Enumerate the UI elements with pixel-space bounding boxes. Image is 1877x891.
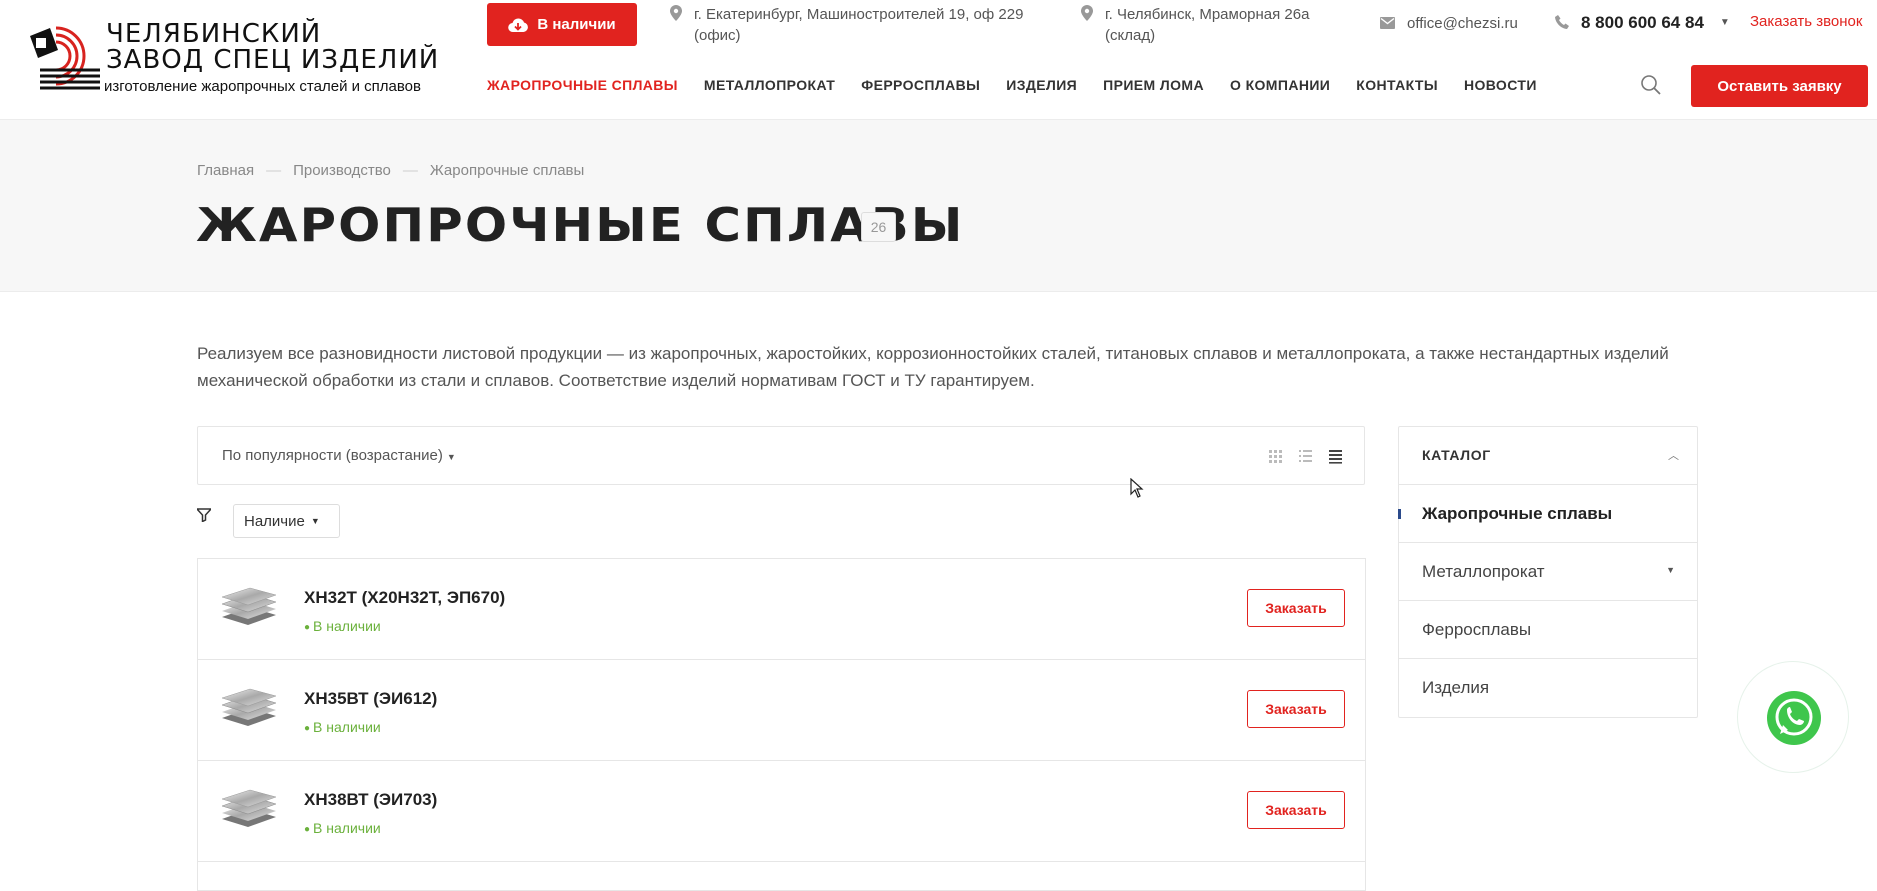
- catalog-item-label: Изделия: [1422, 678, 1490, 697]
- page-title: ЖАРОПРОЧНЫЕ СПЛАВЫ: [196, 198, 965, 252]
- breadcrumb-current: Жаропрочные сплавы: [429, 162, 585, 179]
- breadcrumb-separator: —: [402, 162, 418, 179]
- nav-item-contacts[interactable]: КОНТАКТЫ: [1356, 77, 1438, 93]
- nav-item-heat-resistant-alloys[interactable]: ЖАРОПРОЧНЫЕ СПЛАВЫ: [487, 77, 678, 93]
- whatsapp-icon[interactable]: [1766, 690, 1822, 746]
- catalog-item-label: Ферросплавы: [1422, 620, 1532, 639]
- mouse-cursor-icon: [1130, 478, 1144, 498]
- sort-bar: По популярности (возрастание) ▼: [197, 426, 1365, 485]
- site-header: ЧЕЛЯБИНСКИЙ ЗАВОД СПЕЦ ИЗДЕЛИЙ изготовле…: [0, 0, 1877, 120]
- in-stock-button[interactable]: В наличии: [487, 3, 637, 46]
- catalog-item-ferroalloys[interactable]: Ферросплавы: [1399, 601, 1697, 659]
- in-stock-button-label: В наличии: [537, 16, 616, 33]
- chevron-down-icon[interactable]: ▼: [1666, 565, 1675, 575]
- chevron-down-icon: ▼: [310, 516, 320, 526]
- breadcrumb-production[interactable]: Производство: [293, 162, 391, 179]
- address-chel-line1: г. Челябинск, Мраморная 26а: [1105, 6, 1310, 23]
- map-pin-icon: [670, 5, 682, 21]
- callback-link[interactable]: Заказать звонок: [1750, 13, 1862, 30]
- site-logo[interactable]: ЧЕЛЯБИНСКИЙ ЗАВОД СПЕЦ ИЗДЕЛИЙ изготовле…: [26, 18, 446, 98]
- intro-text: Реализуем все разновидности листовой про…: [197, 344, 1669, 390]
- catalog-item-label: Металлопрокат: [1422, 562, 1545, 581]
- leave-request-button[interactable]: Оставить заявку: [1691, 65, 1868, 107]
- product-list: ХН32Т (Х20Н32Т, ЭП670) ● В наличии Заказа…: [197, 558, 1366, 891]
- catalog-title: КАТАЛОГ: [1422, 447, 1491, 463]
- address-ekaterinburg: г. Екатеринбург, Машиностроителей 19, оф…: [670, 4, 1023, 46]
- nav-item-scrap[interactable]: ПРИЕМ ЛОМА: [1103, 77, 1204, 93]
- order-button[interactable]: Заказать: [1247, 791, 1345, 829]
- availability-filter-label: Наличие: [244, 512, 305, 530]
- chevron-up-icon[interactable]: ︿: [1668, 447, 1679, 463]
- product-row[interactable]: [197, 861, 1366, 891]
- spiral-logo-icon: [30, 26, 100, 90]
- email-value: office@chezsi.ru: [1407, 15, 1518, 32]
- order-button[interactable]: Заказать: [1247, 690, 1345, 728]
- product-row[interactable]: ХН35ВТ (ЭИ612) ● В наличии Заказать: [197, 659, 1366, 760]
- chevron-down-icon: ▼: [1719, 17, 1730, 28]
- catalog-item-products[interactable]: Изделия: [1399, 659, 1697, 717]
- nav-item-ferroalloys[interactable]: ФЕРРОСПЛАВЫ: [861, 77, 980, 93]
- mail-icon: [1380, 17, 1395, 29]
- stock-status: ● В наличии: [304, 820, 381, 836]
- main-nav: ЖАРОПРОЧНЫЕ СПЛАВЫ МЕТАЛЛОПРОКАТ ФЕРРОСП…: [487, 77, 1563, 93]
- stock-status-label: В наличии: [313, 820, 381, 836]
- logo-title-line1: ЧЕЛЯБИНСКИЙ: [106, 19, 322, 49]
- product-thumbnail[interactable]: [218, 789, 278, 831]
- product-name[interactable]: ХН35ВТ (ЭИ612): [304, 689, 437, 709]
- stock-status: ● В наличии: [304, 719, 381, 735]
- catalog-header[interactable]: КАТАЛОГ ︿: [1399, 427, 1697, 485]
- logo-title-line2: ЗАВОД СПЕЦ ИЗДЕЛИЙ: [106, 45, 440, 75]
- catalog-item-label: Жаропрочные сплавы: [1422, 504, 1613, 523]
- address-ekb-line2: (офис): [694, 27, 741, 44]
- product-thumbnail[interactable]: [218, 688, 278, 730]
- sort-selected: По популярности (возрастание): [222, 447, 443, 464]
- availability-filter-dropdown[interactable]: Наличие ▼: [233, 504, 340, 538]
- breadcrumb-separator: —: [266, 162, 282, 179]
- grid-view-icon[interactable]: [1267, 448, 1283, 464]
- nav-item-products[interactable]: ИЗДЕЛИЯ: [1006, 77, 1077, 93]
- stock-status-label: В наличии: [313, 719, 381, 735]
- email-link[interactable]: office@chezsi.ru: [1380, 13, 1518, 34]
- logo-tagline: изготовление жаропрочных сталей и сплаво…: [104, 78, 421, 95]
- search-icon[interactable]: [1640, 74, 1662, 96]
- map-pin-icon: [1081, 5, 1093, 21]
- product-thumbnail[interactable]: [218, 587, 278, 629]
- catalog-sidebar: КАТАЛОГ ︿ Жаропрочные сплавы Металлопрок…: [1398, 426, 1698, 718]
- address-chelyabinsk: г. Челябинск, Мраморная 26а (склад): [1081, 4, 1309, 46]
- phone-icon: [1555, 15, 1569, 29]
- address-chel-line2: (склад): [1105, 27, 1156, 44]
- catalog-item-heat-resistant-alloys[interactable]: Жаропрочные сплавы: [1398, 485, 1697, 543]
- sort-dropdown[interactable]: По популярности (возрастание) ▼: [222, 447, 456, 464]
- phone-value: 8 800 600 64 84: [1581, 13, 1704, 32]
- chevron-down-icon: ▼: [446, 452, 456, 462]
- product-name[interactable]: ХН38ВТ (ЭИ703): [304, 790, 437, 810]
- filter-icon[interactable]: [197, 508, 211, 522]
- items-count-badge: 26: [861, 212, 896, 242]
- page-header-band: Главная — Производство — Жаропрочные спл…: [0, 120, 1877, 292]
- catalog-item-metal-products[interactable]: Металлопрокат ▼: [1399, 543, 1697, 601]
- cloud-download-icon: [508, 17, 529, 32]
- list-view-icon[interactable]: [1297, 448, 1313, 464]
- table-view-icon[interactable]: [1327, 448, 1343, 464]
- address-ekb-line1: г. Екатеринбург, Машиностроителей 19, оф…: [694, 6, 1024, 23]
- nav-item-metal-products[interactable]: МЕТАЛЛОПРОКАТ: [704, 77, 835, 93]
- stock-status-label: В наличии: [313, 618, 381, 634]
- nav-item-about[interactable]: О КОМПАНИИ: [1230, 77, 1330, 93]
- nav-item-news[interactable]: НОВОСТИ: [1464, 77, 1537, 93]
- breadcrumb: Главная — Производство — Жаропрочные спл…: [197, 162, 584, 179]
- product-row[interactable]: ХН38ВТ (ЭИ703) ● В наличии Заказать: [197, 760, 1366, 861]
- phone-dropdown[interactable]: 8 800 600 64 84 ▼: [1555, 12, 1730, 33]
- product-name[interactable]: ХН32Т (Х20Н32Т, ЭП670): [304, 588, 505, 608]
- order-button[interactable]: Заказать: [1247, 589, 1345, 627]
- breadcrumb-home[interactable]: Главная: [197, 162, 254, 179]
- stock-status: ● В наличии: [304, 618, 381, 634]
- product-row[interactable]: ХН32Т (Х20Н32Т, ЭП670) ● В наличии Заказа…: [197, 558, 1366, 659]
